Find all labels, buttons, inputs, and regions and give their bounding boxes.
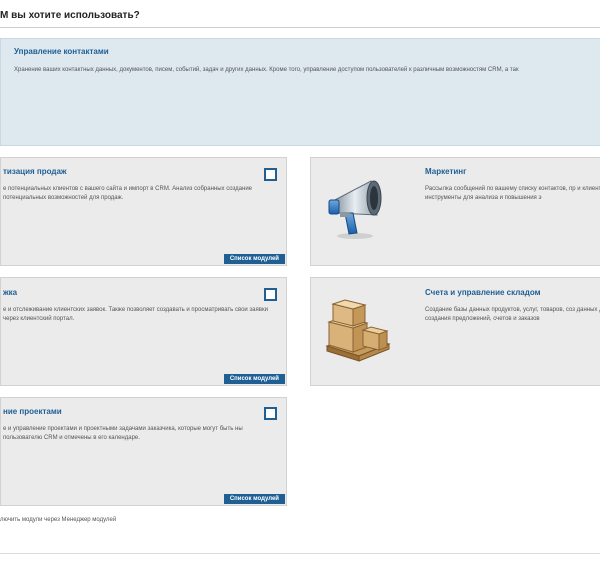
support-module-box[interactable]: жка е и отслеживание клиентских заявок. … bbox=[0, 277, 287, 386]
marketing-module-title: Маркетинг bbox=[425, 167, 467, 176]
warehouse-boxes-icon bbox=[323, 290, 393, 362]
page-title: М вы хотите использовать? bbox=[0, 10, 140, 21]
support-module-checkbox[interactable] bbox=[264, 288, 277, 301]
megaphone-icon bbox=[323, 173, 391, 241]
marketing-module-box[interactable]: Маркетинг Рассылка сообщений по вашему с… bbox=[310, 157, 600, 266]
inventory-module-box[interactable]: Счета и управление складом Создание базы… bbox=[310, 277, 600, 386]
marketing-module-description: Рассылка сообщений по вашему списку конт… bbox=[425, 186, 600, 201]
sales-module-title: тизация продаж bbox=[3, 167, 67, 176]
projects-module-box[interactable]: ние проектами е и управление проектами и… bbox=[0, 397, 287, 506]
projects-module-title: ние проектами bbox=[3, 407, 62, 416]
sales-module-checkbox[interactable] bbox=[264, 168, 277, 181]
support-module-description: е и отслеживание клиентских заявок. Такж… bbox=[3, 307, 268, 322]
module-manager-hint: лючить модули через Менеджер модулей bbox=[0, 517, 117, 523]
sales-module-list-button[interactable]: Список модулей bbox=[223, 254, 285, 264]
support-module-title: жка bbox=[3, 288, 18, 297]
contacts-module-box: Управление контактами Хранение ваших кон… bbox=[0, 38, 600, 146]
sales-module-description: е потенциальных клиентов с вашего сайта … bbox=[3, 186, 253, 201]
bottom-divider bbox=[0, 553, 600, 554]
projects-module-checkbox[interactable] bbox=[264, 407, 277, 420]
inventory-module-description: Создание базы данных продуктов, услуг, т… bbox=[425, 307, 600, 322]
contacts-module-description: Хранение ваших контактных данных, докуме… bbox=[14, 67, 519, 73]
inventory-module-title: Счета и управление складом bbox=[425, 288, 541, 297]
support-module-list-button[interactable]: Список модулей bbox=[223, 374, 285, 384]
page-header: М вы хотите использовать? bbox=[0, 0, 600, 28]
projects-module-description: е и управление проектами и проектными за… bbox=[3, 426, 243, 441]
sales-module-box[interactable]: тизация продаж е потенциальных клиентов … bbox=[0, 157, 287, 266]
projects-module-list-button[interactable]: Список модулей bbox=[223, 494, 285, 504]
contacts-module-title: Управление контактами bbox=[14, 47, 109, 56]
